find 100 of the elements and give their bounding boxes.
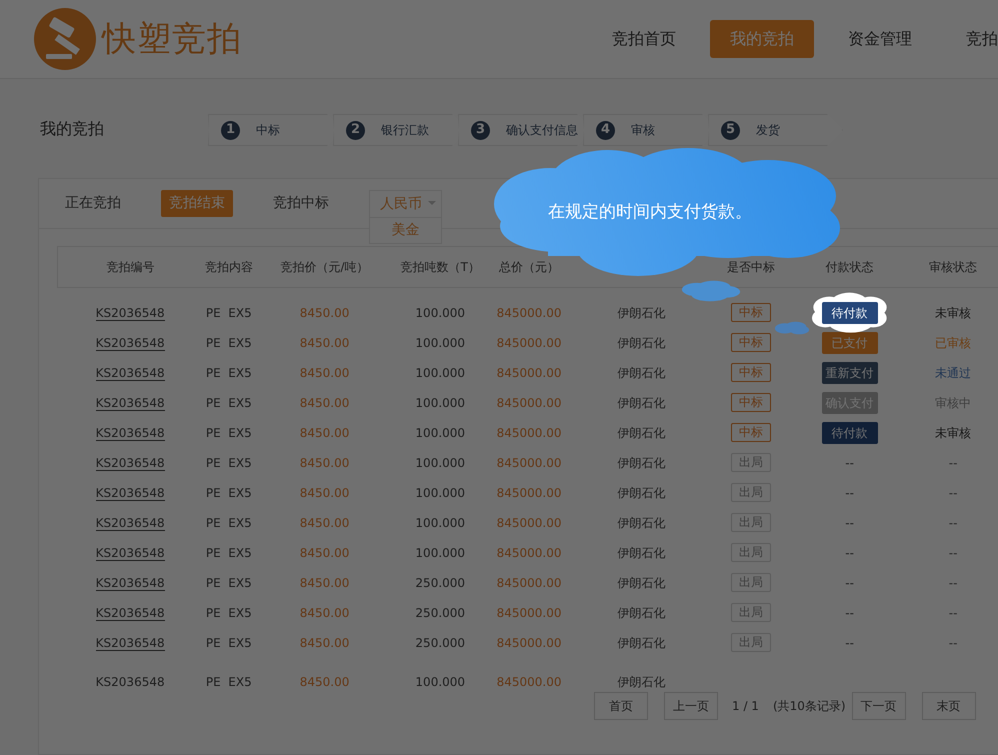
tab[interactable]: 正在竞拍 <box>57 190 129 217</box>
step-number: 3 <box>471 120 490 140</box>
page-button[interactable]: 末页 <box>922 692 976 720</box>
table-cell: 伊朗石化 <box>618 366 666 380</box>
table-cell: PE EX5 <box>206 336 252 350</box>
order-link[interactable]: KS2036548 <box>96 546 165 560</box>
step-number: 1 <box>221 120 240 140</box>
currency-option[interactable]: 美金 <box>370 217 441 243</box>
page-button[interactable]: 下一页 <box>852 692 906 720</box>
payment-button[interactable]: 已支付 <box>822 332 878 354</box>
table-cell: 845000.00 <box>496 674 562 688</box>
table-cell: 8450.00 <box>300 606 350 620</box>
order-link[interactable]: KS2036548 <box>96 426 165 440</box>
column-header: 付款状态 <box>826 260 874 274</box>
order-link[interactable]: KS2036548 <box>96 636 165 650</box>
table-cell: KS2036548 <box>96 674 165 688</box>
nav-link[interactable]: 竞拍首页 <box>592 20 696 58</box>
order-link[interactable]: KS2036548 <box>96 306 165 321</box>
step-label: 银行汇款 <box>381 122 429 139</box>
table-cell: 100.000 <box>415 426 466 440</box>
nav-link[interactable]: 资金管理 <box>828 20 932 58</box>
result-tag: 中标 <box>731 393 771 412</box>
table-cell: PE EX5 <box>206 456 252 470</box>
table-cell: 伊朗石化 <box>618 486 666 500</box>
currency-option[interactable]: 人民币 <box>370 191 441 217</box>
column-header: 审核状态 <box>929 260 978 274</box>
step-number: 4 <box>596 120 615 140</box>
table-cell: 伊朗石化 <box>618 674 666 688</box>
order-link[interactable]: KS2036548 <box>96 606 165 620</box>
table-cell: 伊朗石化 <box>618 336 666 350</box>
tab[interactable]: 竞拍中标 <box>265 190 337 217</box>
table-cell: 100.000 <box>415 306 466 320</box>
step-label: 发货 <box>756 122 780 139</box>
table-cell: 845000.00 <box>496 366 562 380</box>
table-cell: 845000.00 <box>496 546 562 560</box>
table-cell: PE EX5 <box>206 636 252 650</box>
table-cell: 845000.00 <box>496 516 562 530</box>
payment-button[interactable]: 待付款 <box>822 422 878 444</box>
table-cell: -- <box>845 576 854 590</box>
page-button[interactable]: 上一页 <box>664 692 718 720</box>
nav-link[interactable]: 我的竞拍 <box>710 20 814 58</box>
review-status: 未通过 <box>935 366 972 380</box>
order-link[interactable]: KS2036548 <box>96 396 165 410</box>
column-header: 总价（元） <box>499 260 560 274</box>
review-status: -- <box>948 486 958 500</box>
table-cell: 伊朗石化 <box>618 306 666 320</box>
column-header: 竞拍吨数（T） <box>400 260 480 274</box>
currency-dropdown[interactable]: 人民币 美金 <box>369 190 442 244</box>
table-cell: 100.000 <box>415 456 466 470</box>
table-cell: -- <box>845 456 854 470</box>
table-cell: 100.000 <box>415 516 466 530</box>
order-link[interactable]: KS2036548 <box>96 576 165 590</box>
review-status: 未审核 <box>935 426 972 440</box>
table-cell: -- <box>845 636 854 650</box>
table-cell: PE EX5 <box>206 516 252 530</box>
page-title: 我的竞拍 <box>40 118 105 140</box>
result-tag: 中标 <box>731 423 771 442</box>
order-link[interactable]: KS2036548 <box>96 486 165 500</box>
table-cell: 8450.00 <box>300 486 350 500</box>
table-cell: 100.000 <box>415 546 466 560</box>
gavel-logo-icon <box>34 8 96 70</box>
review-status: -- <box>948 546 958 560</box>
table-cell: PE EX5 <box>206 546 252 560</box>
order-link[interactable]: KS2036548 <box>96 516 165 530</box>
table-cell: 100.000 <box>415 336 466 350</box>
table-cell: 845000.00 <box>496 306 562 320</box>
payment-button[interactable]: 待付款 <box>822 302 878 324</box>
table-cell: 8450.00 <box>300 366 350 380</box>
table-cell: 伊朗石化 <box>618 396 666 410</box>
result-tag: 中标 <box>731 333 771 352</box>
column-header: 是否中标 <box>727 260 775 274</box>
column-header: 竞拍价（元/吨） <box>280 260 369 274</box>
table-cell: PE EX5 <box>206 486 252 500</box>
table-cell: 伊朗石化 <box>618 426 666 440</box>
table-cell: 845000.00 <box>496 636 562 650</box>
table-cell: 250.000 <box>415 636 466 650</box>
logo-text: 快塑竞拍 <box>102 18 242 60</box>
page-button[interactable]: 首页 <box>594 692 648 720</box>
result-tag: 中标 <box>731 303 771 322</box>
table-cell: PE EX5 <box>206 426 252 440</box>
order-link[interactable]: KS2036548 <box>96 456 165 470</box>
order-link[interactable]: KS2036548 <box>96 366 165 380</box>
table-cell: 8450.00 <box>300 426 350 440</box>
result-tag: 中标 <box>731 363 771 382</box>
cloud-puff <box>680 280 742 302</box>
record-count: (共10条记录) <box>772 698 846 714</box>
table-cell: PE EX5 <box>206 396 252 410</box>
table-cell: 250.000 <box>415 606 466 620</box>
tab[interactable]: 竞拍结束 <box>161 190 233 217</box>
order-link[interactable]: KS2036548 <box>96 336 165 350</box>
table-cell: PE EX5 <box>206 606 252 620</box>
review-status: -- <box>948 516 958 530</box>
table-cell: -- <box>845 546 854 560</box>
table-cell: 伊朗石化 <box>618 576 666 590</box>
table-cell: 845000.00 <box>496 486 562 500</box>
table-cell: PE EX5 <box>206 366 252 380</box>
step-label: 确认支付信息 <box>506 122 578 139</box>
nav-link[interactable]: 竞拍 <box>946 20 998 58</box>
payment-button[interactable]: 重新支付 <box>822 362 878 384</box>
table-cell: 8450.00 <box>300 306 350 320</box>
